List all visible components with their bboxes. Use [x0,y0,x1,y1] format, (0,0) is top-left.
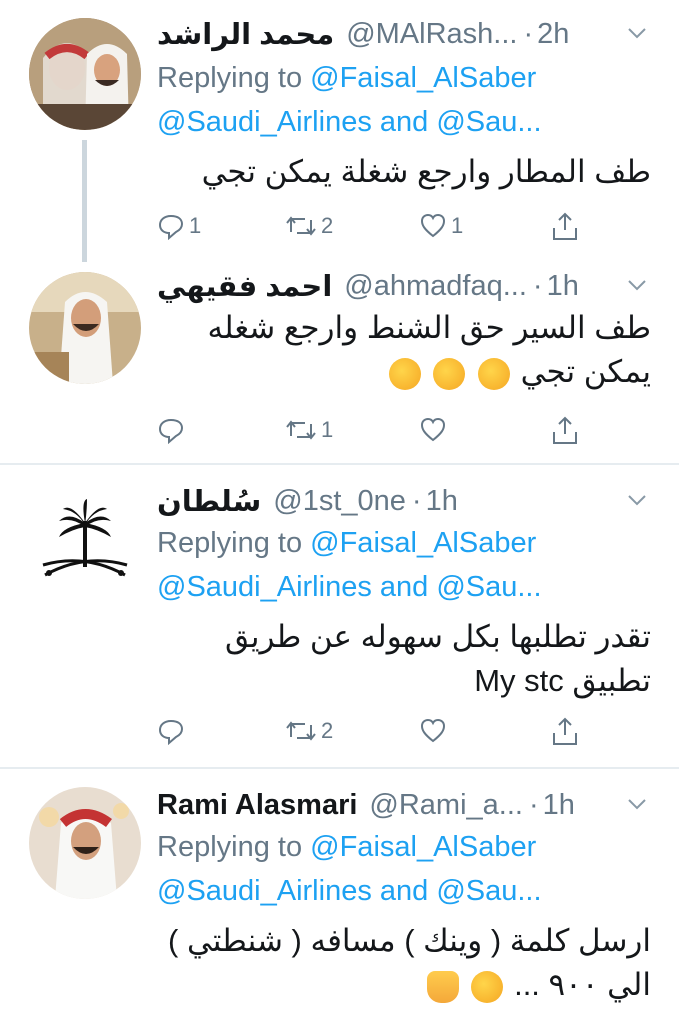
tweet-3[interactable]: سُلطان @1st_0ne · 1h Replying to @Faisal… [0,465,679,765]
share-button[interactable] [551,416,579,446]
retweet-button[interactable]: 2 [285,212,333,240]
tweet-text-line: الي ٩٠٠ ... [514,967,651,1002]
tweet-text: تقدر تطلبها بكل سهوله عن طريق تطبيق My s… [157,615,651,703]
tweet-header: محمد الراشد @MAlRash... · 2h [157,14,659,54]
tweet-text-line: طف المطار وارجع شغلة يمكن تجي [201,154,651,189]
separator-dot: · [528,788,539,821]
tweet-text-line: ارسل كلمة ( وينك ) مسافه ( شنطتي ) [168,923,651,958]
separator-dot: · [523,17,534,50]
avatar[interactable] [29,787,141,899]
reply-icon [158,418,184,444]
mention-link[interactable]: @Faisal_AlSaber [310,831,536,863]
like-button[interactable]: 1 [419,212,463,240]
reply-count: 1 [189,213,202,238]
reply-icon [158,214,184,240]
user-handle[interactable]: @Rami_a... [369,789,523,822]
reply-icon [158,719,184,745]
like-count: 1 [451,213,464,238]
retweet-count: 2 [321,213,334,238]
heart-icon [420,417,446,442]
chevron-down-icon[interactable] [627,26,647,40]
tweet-1[interactable]: محمد الراشد @MAlRash... · 2h Replying to… [0,0,679,262]
share-icon [553,416,577,444]
tweet-text-line-2: يمكن تجي [157,350,651,394]
palm-swords-emblem-icon [42,499,128,577]
tweet-text-line: طف السير حق الشنط وارجع شغله [207,310,651,345]
rolling-laughing-emoji [433,357,466,390]
replying-to-label: Replying to [157,62,303,94]
user-handle[interactable]: @ahmadfaq... [344,270,527,303]
avatar[interactable] [29,493,141,605]
tweet-actions: 1 [157,416,597,452]
avatar[interactable] [29,272,141,384]
reply-button[interactable] [157,416,189,444]
thread-connector-line [82,140,87,262]
separator-dot: · [532,269,543,302]
tweet-text-line: تقدر تطلبها بكل سهوله عن طريق [225,619,651,654]
heart-icon [420,213,446,238]
tweet-header: سُلطان @1st_0ne · 1h [157,481,659,521]
timestamp[interactable]: 1h [543,789,575,822]
tweet-2[interactable]: احمد فقيهي @ahmadfaq... · 1h طف السير حق… [0,262,679,462]
tweet-text-line: تطبيق My stc [474,663,651,698]
chevron-down-icon[interactable] [627,797,647,811]
avatar[interactable] [29,18,141,130]
heart-icon [420,718,446,743]
smiling-face-emoji [471,970,504,1003]
replying-to: Replying to @Faisal_AlSaber [157,831,536,864]
display-name[interactable]: Rami Alasmari [157,789,357,822]
timestamp[interactable]: 1h [426,485,458,518]
tweet-header: Rami Alasmari @Rami_a... · 1h [157,785,659,825]
like-button[interactable] [419,416,451,444]
retweet-count: 1 [321,417,334,442]
tweet-text: طف السير حق الشنط وارجع شغله يمكن تجي [157,306,651,394]
person-photo-avatar [29,787,141,899]
share-button[interactable] [551,717,579,747]
tweet-text: طف المطار وارجع شغلة يمكن تجي [157,150,651,194]
mention-link[interactable]: @Saudi_Airlines and @Sau... [157,875,542,908]
raised-hand-emoji [426,970,459,1003]
chevron-down-icon[interactable] [627,493,647,507]
display-name[interactable]: سُلطان [157,484,261,519]
mention-link[interactable]: @Saudi_Airlines and @Sau... [157,571,542,604]
chevron-down-icon[interactable] [627,278,647,292]
share-icon [553,212,577,240]
replying-to: Replying to @Faisal_AlSaber [157,62,536,95]
user-handle[interactable]: @MAlRash... [346,18,517,51]
person-photo-avatar [29,272,141,384]
tweet-actions: 2 [157,717,597,753]
replying-to-label: Replying to [157,527,303,559]
mention-link[interactable]: @Faisal_AlSaber [310,62,536,94]
like-button[interactable] [419,717,451,745]
replying-to: Replying to @Faisal_AlSaber [157,527,536,560]
rolling-laughing-emoji [388,357,421,390]
tweet-actions: 1 2 1 [157,212,597,248]
display-name[interactable]: احمد فقيهي [157,269,332,304]
mention-link[interactable]: @Saudi_Airlines and @Sau... [157,106,542,139]
replying-to-label: Replying to [157,831,303,863]
person-photo-avatar [29,18,141,130]
reply-button[interactable]: 1 [157,212,201,240]
retweet-button[interactable]: 1 [285,416,333,444]
tweet-header: احمد فقيهي @ahmadfaq... · 1h [157,266,659,306]
tweet-text-line-2: الي ٩٠٠ ... [157,963,651,1007]
retweet-icon [286,721,316,741]
mention-link[interactable]: @Faisal_AlSaber [310,527,536,559]
user-handle[interactable]: @1st_0ne [273,485,406,518]
retweet-icon [286,420,316,440]
reply-button[interactable] [157,717,189,745]
tweet-text: ارسل كلمة ( وينك ) مسافه ( شنطتي ) الي ٩… [157,919,651,1007]
timestamp[interactable]: 1h [547,270,579,303]
tweet-text-line: يمكن تجي [520,354,651,389]
timestamp[interactable]: 2h [537,18,569,51]
retweet-count: 2 [321,718,334,743]
tweet-4[interactable]: Rami Alasmari @Rami_a... · 1h Replying t… [0,769,679,1024]
display-name[interactable]: محمد الراشد [157,17,334,52]
rolling-laughing-emoji [478,357,511,390]
share-icon [553,717,577,745]
separator-dot: · [411,484,422,517]
share-button[interactable] [551,212,579,242]
retweet-button[interactable]: 2 [285,717,333,745]
retweet-icon [286,216,316,236]
